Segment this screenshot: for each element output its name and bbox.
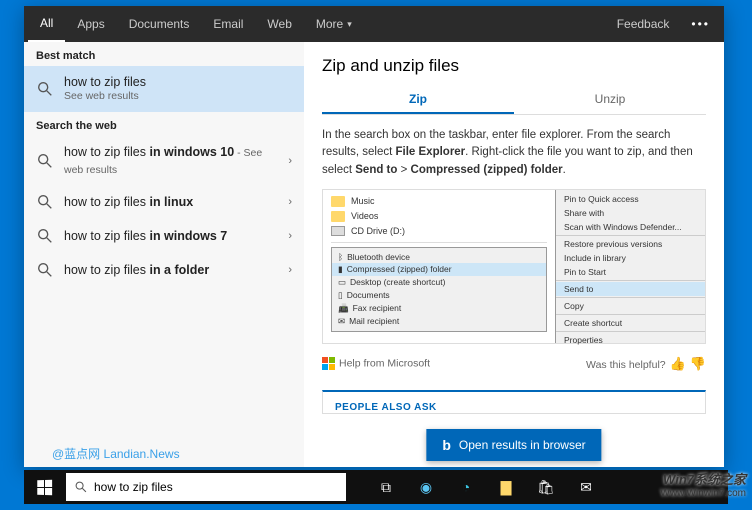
microsoft-logo-icon — [322, 357, 335, 370]
tab-more[interactable]: More▾ — [304, 6, 364, 42]
thumbs-up-icon[interactable]: 👍 — [670, 356, 686, 371]
thumbs-down-icon[interactable]: 👎 — [690, 356, 706, 371]
open-in-browser-button[interactable]: b Open results in browser — [426, 429, 601, 461]
filter-tabbar: All Apps Documents Email Web More▾ Feedb… — [24, 6, 724, 42]
results-list: Best match how to zip filesSee web resul… — [24, 42, 304, 467]
windows-logo-icon — [37, 479, 52, 494]
best-match-label: Best match — [24, 42, 304, 66]
tab-email[interactable]: Email — [201, 6, 255, 42]
taskbar: ⧉ ◉ ◔ ▇ 🛍 ✉ — [24, 470, 728, 504]
more-options-icon[interactable]: ••• — [681, 17, 720, 31]
tab-all[interactable]: All — [28, 6, 65, 42]
search-results-panel: All Apps Documents Email Web More▾ Feedb… — [24, 6, 724, 467]
feedback-link[interactable]: Feedback — [605, 6, 682, 42]
search-input[interactable] — [94, 480, 338, 494]
web-result[interactable]: how to zip files in a folder › — [24, 253, 304, 287]
best-match-result[interactable]: how to zip filesSee web results — [24, 66, 304, 112]
taskbar-app-icon[interactable]: ◉ — [406, 470, 446, 504]
file-explorer-icon[interactable]: ▇ — [486, 470, 526, 504]
mail-icon[interactable]: ✉ — [566, 470, 606, 504]
help-source[interactable]: Help from Microsoft — [322, 357, 430, 370]
search-icon — [36, 193, 54, 211]
search-icon — [36, 227, 54, 245]
answer-tab-zip[interactable]: Zip — [322, 86, 514, 114]
answer-title: Zip and unzip files — [322, 56, 706, 76]
tab-web[interactable]: Web — [255, 6, 303, 42]
chevron-right-icon: › — [288, 264, 292, 276]
web-result[interactable]: how to zip files in windows 10 - See web… — [24, 136, 304, 185]
search-icon — [36, 152, 54, 170]
tab-apps[interactable]: Apps — [65, 6, 116, 42]
paa-heading: PEOPLE ALSO ASK — [335, 402, 693, 413]
search-icon — [74, 480, 88, 494]
chevron-down-icon: ▾ — [347, 19, 352, 30]
chevron-right-icon: › — [288, 155, 292, 167]
start-button[interactable] — [24, 470, 64, 504]
people-also-ask-card: PEOPLE ALSO ASK — [322, 390, 706, 414]
chevron-right-icon: › — [288, 230, 292, 242]
task-view-icon[interactable]: ⧉ — [366, 470, 406, 504]
watermark: @蓝点网 Landian.News — [52, 445, 180, 462]
edge-icon[interactable]: ◔ — [446, 470, 486, 504]
watermark: Win7系统之家Www.Winwin7.com — [660, 472, 746, 500]
web-result[interactable]: how to zip files in windows 7 › — [24, 219, 304, 253]
taskbar-search[interactable] — [66, 473, 346, 501]
answer-body: In the search box on the taskbar, enter … — [322, 127, 706, 179]
answer-tab-unzip[interactable]: Unzip — [514, 86, 706, 114]
chevron-right-icon: › — [288, 196, 292, 208]
search-icon — [36, 261, 54, 279]
web-result[interactable]: how to zip files in linux › — [24, 185, 304, 219]
store-icon[interactable]: 🛍 — [526, 470, 566, 504]
feedback-prompt: Was this helpful?👍👎 — [586, 356, 706, 372]
search-web-label: Search the web — [24, 112, 304, 136]
tab-documents[interactable]: Documents — [117, 6, 202, 42]
bing-icon: b — [442, 437, 451, 453]
instruction-screenshot: Music Videos CD Drive (D:) ᛒBluetooth de… — [322, 189, 706, 344]
search-icon — [36, 80, 54, 98]
preview-pane: Zip and unzip files Zip Unzip In the sea… — [304, 42, 724, 467]
answer-tabs: Zip Unzip — [322, 86, 706, 115]
